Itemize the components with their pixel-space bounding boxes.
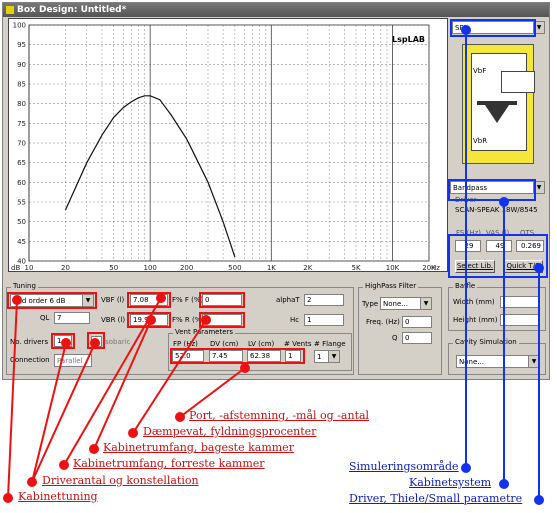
caption-box-system: Kabinetsystem <box>409 476 492 489</box>
leader-dot <box>499 197 509 207</box>
leader-tuning <box>7 299 18 499</box>
leader-dot <box>461 463 471 473</box>
leader-dot <box>89 444 99 454</box>
leader-dot <box>240 363 250 373</box>
caption-tuning: Kabinettuning <box>18 490 98 503</box>
leader-dot <box>534 263 544 273</box>
leader-dot <box>201 315 211 325</box>
leader-dot <box>59 460 69 470</box>
caption-driver-ts: Driver, Thiele/Small parametre <box>349 492 523 505</box>
leader-dot <box>12 295 22 305</box>
leader-dot <box>90 338 100 348</box>
leader-dot <box>3 493 13 503</box>
leader-dot <box>156 293 166 303</box>
leader-dot <box>499 479 509 489</box>
leader-dot <box>175 412 185 422</box>
caption-port: Port, -afstemning, -mål og -antal <box>189 409 370 422</box>
leader-dot <box>461 25 471 35</box>
caption-drivers: Driverantal og konstellation <box>42 474 199 487</box>
leader-dot <box>128 428 138 438</box>
leader-dot <box>61 338 71 348</box>
caption-front-chamber: Kabinetrumfang, forreste kammer <box>73 457 265 470</box>
caption-rear-chamber: Kabinetrumfang, bageste kammer <box>103 441 294 454</box>
leader-dot <box>27 477 37 487</box>
caption-fill: Dæmpevat, fyldningsprocenter <box>143 425 317 438</box>
leader-dot <box>534 495 544 505</box>
caption-simulation: Simuleringsområde <box>349 460 459 473</box>
